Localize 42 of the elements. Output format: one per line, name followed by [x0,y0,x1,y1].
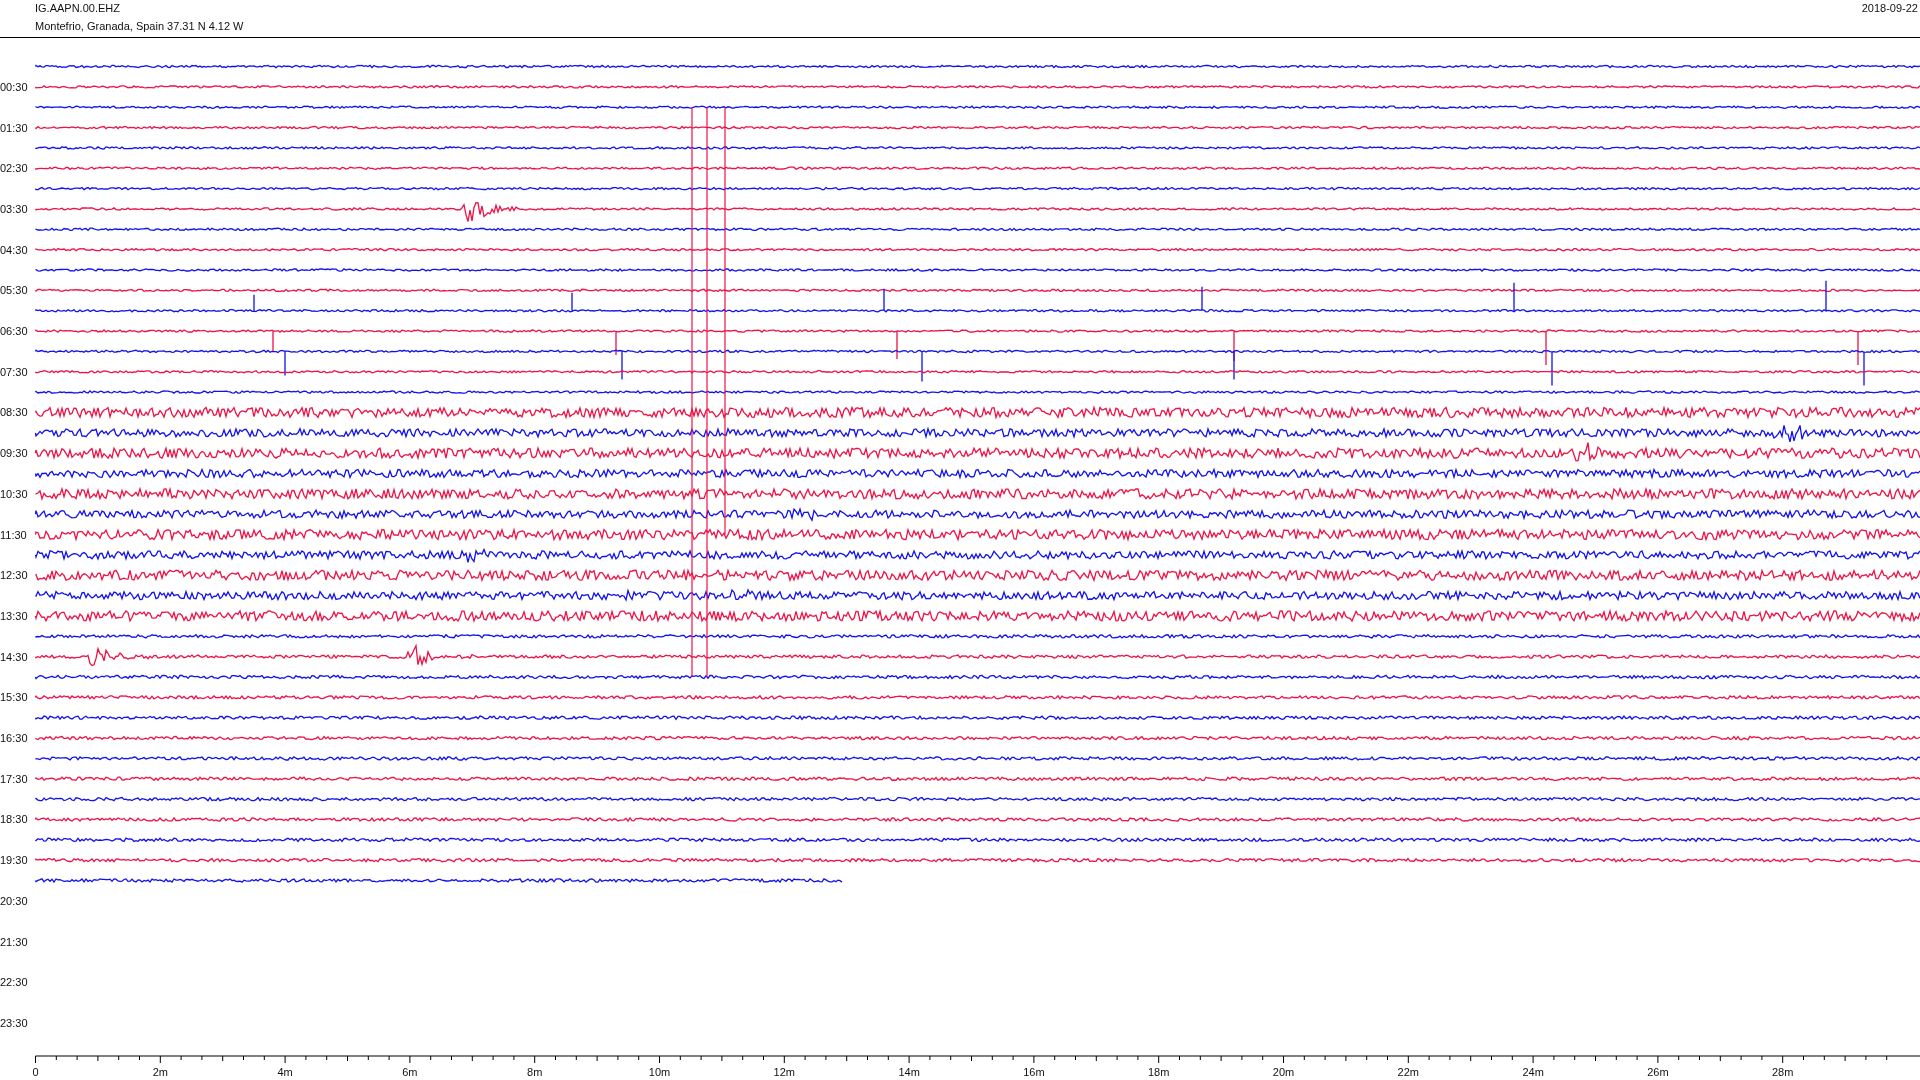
x-axis-label: 8m [527,1066,543,1078]
time-label: 09:30 [0,447,28,460]
time-label: 16:30 [0,732,28,745]
time-label: 10:30 [0,487,28,500]
time-label: 04:30 [0,243,28,256]
x-axis-label: 0 [32,1066,39,1078]
time-label: 15:30 [0,691,28,704]
time-label: 06:30 [0,325,28,338]
x-axis-label: 12m [773,1066,795,1078]
time-label: 14:30 [0,650,28,663]
x-axis-label: 10m [648,1066,671,1078]
x-axis-label: 18m [1148,1066,1170,1078]
time-label: 01:30 [0,121,28,134]
x-axis-label: 22m [1397,1066,1419,1078]
time-label: 00:30 [0,80,28,93]
time-label: 23:30 [0,1016,28,1029]
time-label: 18:30 [0,813,28,826]
time-label: 13:30 [0,609,28,622]
x-axis-label: 2m [152,1066,168,1078]
x-axis-label: 16m [1023,1066,1045,1078]
time-label: 20:30 [0,894,28,907]
time-label: 17:30 [0,772,28,785]
x-axis-label: 20m [1272,1066,1295,1078]
time-label: 19:30 [0,854,28,867]
x-axis-label: 14m [898,1066,920,1078]
station-code: IG.AAPN.00.EHZ [35,2,121,14]
station-location: Montefrio, Granada, Spain 37.31 N 4.12 W [35,20,244,32]
time-label: 07:30 [0,365,28,378]
time-label: 12:30 [0,569,28,582]
x-axis-label: 6m [402,1066,418,1078]
x-axis-label: 4m [277,1066,293,1078]
record-date: 2018-09-22 [1861,1,1918,16]
time-label: 05:30 [0,284,28,297]
time-label: 11:30 [0,528,27,541]
time-label: 08:30 [0,406,28,419]
time-label: 03:30 [0,202,28,215]
x-axis-label: 24m [1522,1066,1544,1078]
time-label: 22:30 [0,976,28,989]
x-axis-label: 26m [1647,1066,1669,1078]
time-label: 02:30 [0,162,28,175]
x-axis-label: 28m [1772,1066,1794,1078]
time-label: 21:30 [0,935,28,948]
